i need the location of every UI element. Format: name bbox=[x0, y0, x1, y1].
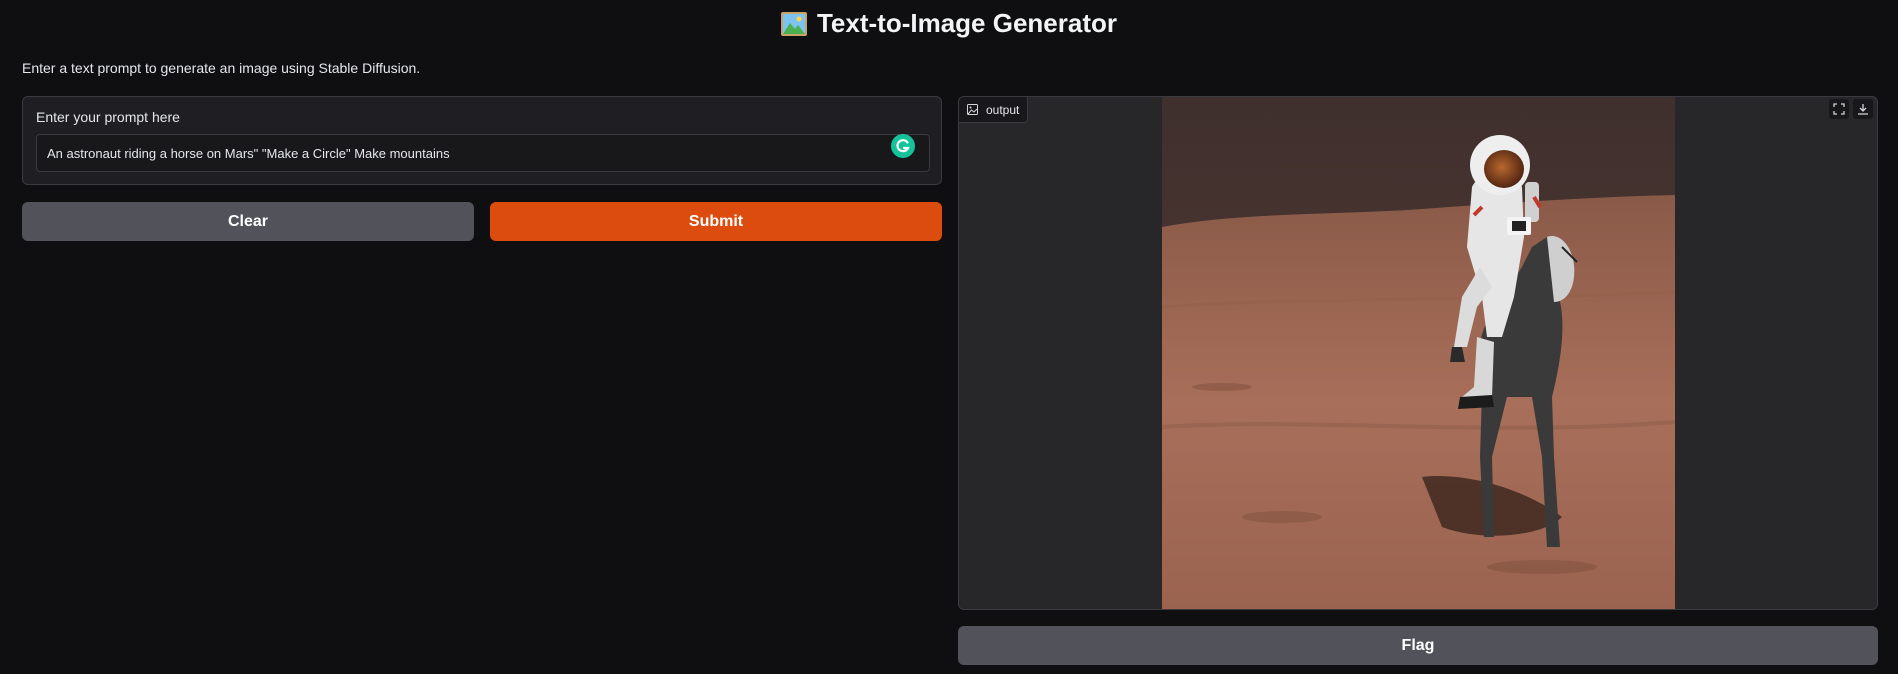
output-label: output bbox=[959, 97, 1029, 123]
fullscreen-icon[interactable] bbox=[1829, 99, 1849, 119]
page-title: Text-to-Image Generator bbox=[0, 8, 1898, 39]
output-label-text: output bbox=[986, 102, 1020, 117]
download-icon[interactable] bbox=[1853, 99, 1873, 119]
flag-button[interactable]: Flag bbox=[958, 626, 1878, 665]
page-title-text: Text-to-Image Generator bbox=[816, 8, 1117, 38]
prompt-input[interactable]: An astronaut riding a horse on Mars" "Ma… bbox=[36, 134, 930, 172]
submit-button[interactable]: Submit bbox=[490, 202, 942, 241]
clear-button[interactable]: Clear bbox=[22, 202, 474, 241]
grammarly-icon[interactable] bbox=[891, 134, 915, 158]
image-icon bbox=[967, 104, 978, 115]
framed-picture-icon bbox=[780, 11, 807, 36]
output-panel: output bbox=[958, 96, 1878, 610]
page-description: Enter a text prompt to generate an image… bbox=[22, 60, 421, 76]
prompt-block: Enter your prompt here An astronaut ridi… bbox=[22, 96, 942, 185]
panel-actions bbox=[1829, 99, 1873, 119]
generated-image bbox=[1162, 97, 1675, 609]
prompt-label: Enter your prompt here bbox=[36, 109, 180, 125]
